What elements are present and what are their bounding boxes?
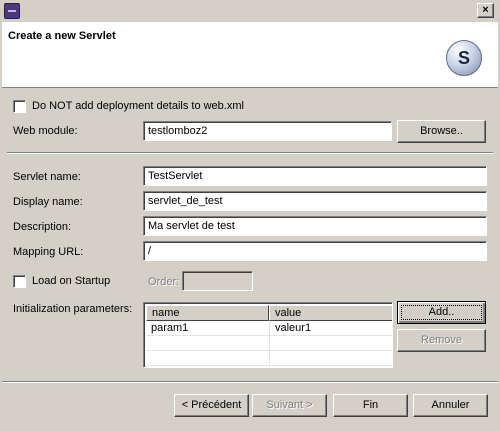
add-param-button[interactable]: Add.. [397,301,486,324]
cell-param-name: param1 [151,322,189,334]
table-row-empty [146,352,392,366]
description-label: Description: [13,221,72,233]
no-deploy-checkbox[interactable] [13,100,26,113]
order-label: Order: [148,276,180,288]
app-icon [4,3,20,19]
init-params-label: Initialization parameters: [13,303,133,315]
mapping-url-field[interactable]: / [143,241,487,261]
load-on-startup-checkbox[interactable] [13,275,26,288]
description-field[interactable]: Ma servlet de test [143,216,487,236]
back-button[interactable]: < Précédent [174,394,249,417]
order-field[interactable] [182,271,253,291]
column-header-name[interactable]: name [146,305,269,321]
no-deploy-label: Do NOT add deployment details to web.xml [32,100,244,112]
header-banner: Create a new Servlet S [2,22,498,88]
init-params-table[interactable]: name value param1 valeur1 [143,302,393,368]
separator [7,152,493,154]
finish-button[interactable]: Fin [333,394,408,417]
focus-ring [401,305,482,320]
close-icon: × [482,4,489,16]
close-button[interactable]: × [477,3,494,18]
cell-param-value: valeur1 [275,322,312,334]
display-name-label: Display name: [13,196,83,208]
table-row[interactable]: param1 valeur1 [146,322,392,336]
web-module-label: Web module: [13,125,78,137]
servlet-logo-icon: S [446,40,482,76]
next-button[interactable]: Suivant > [252,394,327,417]
display-name-field[interactable]: servlet_de_test [143,191,487,211]
table-row-empty [146,337,392,351]
web-module-field[interactable]: testlomboz2 [143,121,392,141]
cancel-button[interactable]: Annuler [413,394,488,417]
browse-button[interactable]: Browse.. [397,120,486,143]
servlet-name-field[interactable]: TestServlet [143,166,487,186]
table-header: name value [146,305,392,321]
remove-param-button[interactable]: Remove [397,329,486,352]
servlet-name-label: Servlet name: [13,171,81,183]
load-on-startup-label: Load on Startup [32,275,111,287]
mapping-url-label: Mapping URL: [13,246,84,258]
footer-separator [2,381,498,383]
title-bar: × [0,0,500,22]
page-title: Create a new Servlet [8,30,116,42]
column-header-value[interactable]: value [269,305,392,321]
